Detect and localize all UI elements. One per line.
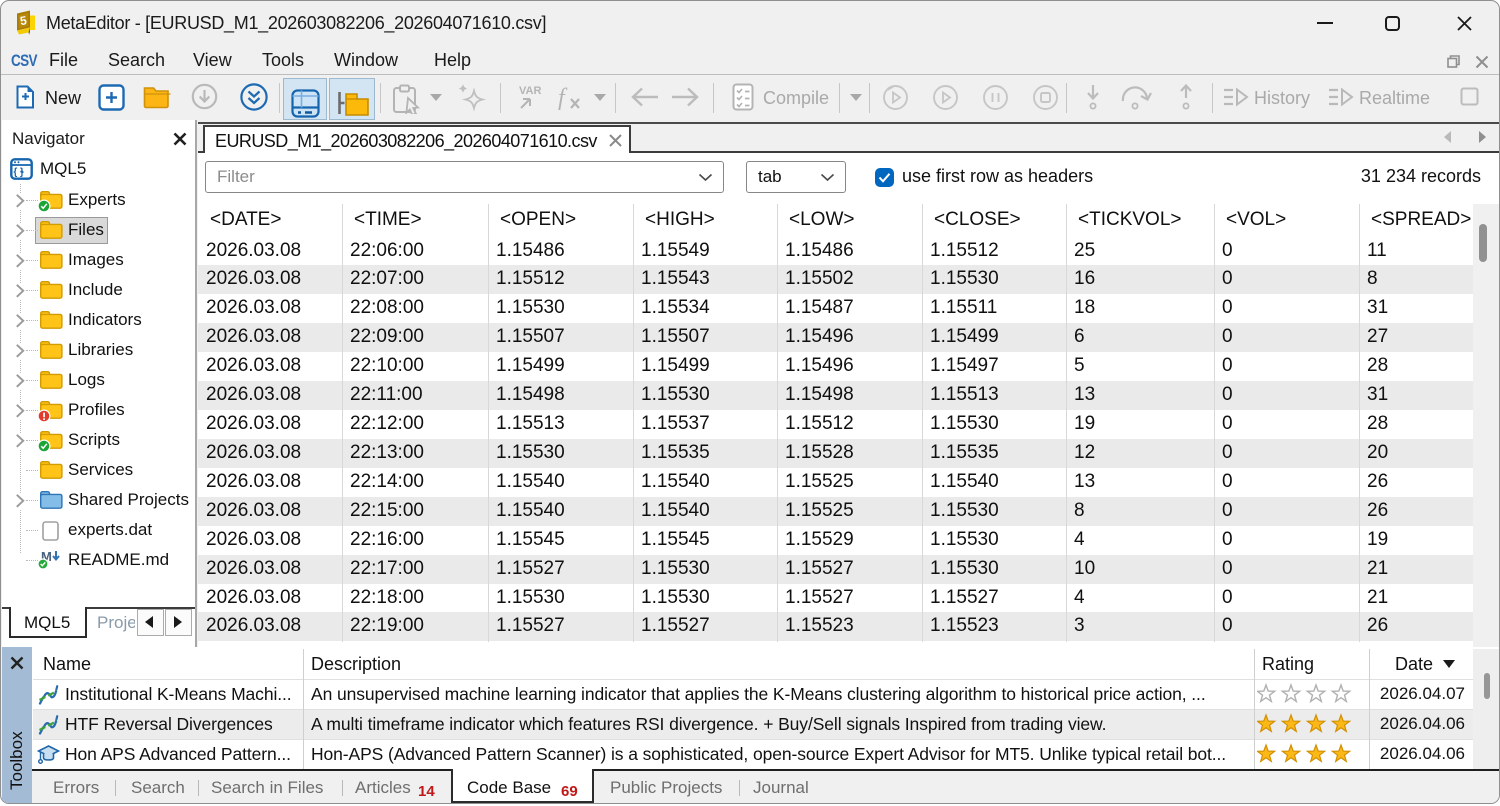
svg-text:f: f [558, 85, 568, 111]
svg-text:{ }: { } [13, 167, 24, 178]
svg-text:VAR: VAR [519, 85, 541, 97]
